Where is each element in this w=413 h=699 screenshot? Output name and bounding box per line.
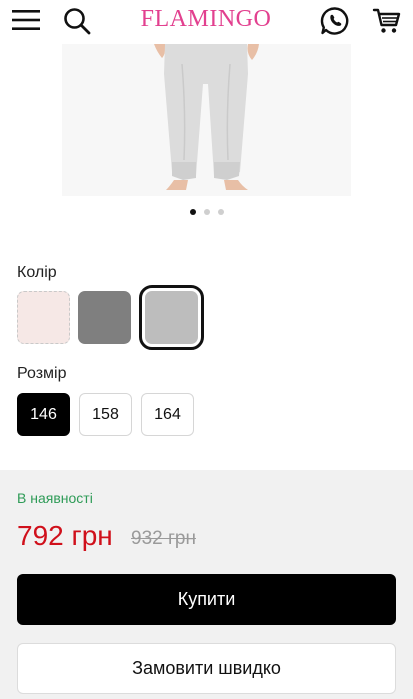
color-swatch-light-grey[interactable] xyxy=(139,285,204,350)
cart-button[interactable] xyxy=(370,4,404,38)
size-option-146[interactable]: 146 xyxy=(17,393,70,436)
gallery-pagination xyxy=(0,209,413,215)
brand-logo[interactable]: FLAMINGO xyxy=(120,6,292,33)
color-swatch-pink[interactable] xyxy=(17,291,70,344)
cart-icon xyxy=(372,8,401,33)
contact-button[interactable] xyxy=(318,4,352,38)
color-swatches xyxy=(17,285,204,350)
buy-panel: В наявності 792 грн 932 грн Купити Замов… xyxy=(0,470,413,699)
menu-button[interactable] xyxy=(10,4,42,36)
gallery-dot-1[interactable] xyxy=(189,209,196,215)
chat-phone-icon xyxy=(320,7,349,35)
gallery-dot-3[interactable] xyxy=(217,209,224,215)
product-photo-grey-joggers xyxy=(62,44,351,196)
search-button[interactable] xyxy=(60,4,94,38)
gallery-dot-2[interactable] xyxy=(203,209,210,215)
stock-status: В наявності xyxy=(17,490,93,506)
top-header: FLAMINGO xyxy=(0,0,413,44)
hamburger-menu-icon xyxy=(12,10,40,30)
current-price: 792 грн xyxy=(17,520,113,551)
size-options: 146 158 164 xyxy=(17,393,194,436)
buy-button[interactable]: Купити xyxy=(17,574,396,625)
search-icon xyxy=(64,8,91,35)
old-price: 932 грн xyxy=(131,528,196,549)
color-swatch-dark-grey[interactable] xyxy=(78,291,131,344)
size-option-164[interactable]: 164 xyxy=(141,393,194,436)
size-option-158[interactable]: 158 xyxy=(79,393,132,436)
size-label: Розмір xyxy=(17,365,67,382)
product-image[interactable] xyxy=(62,44,351,196)
quick-order-button[interactable]: Замовити швидко xyxy=(17,643,396,694)
color-label: Колір xyxy=(17,264,57,281)
product-gallery xyxy=(0,44,413,229)
